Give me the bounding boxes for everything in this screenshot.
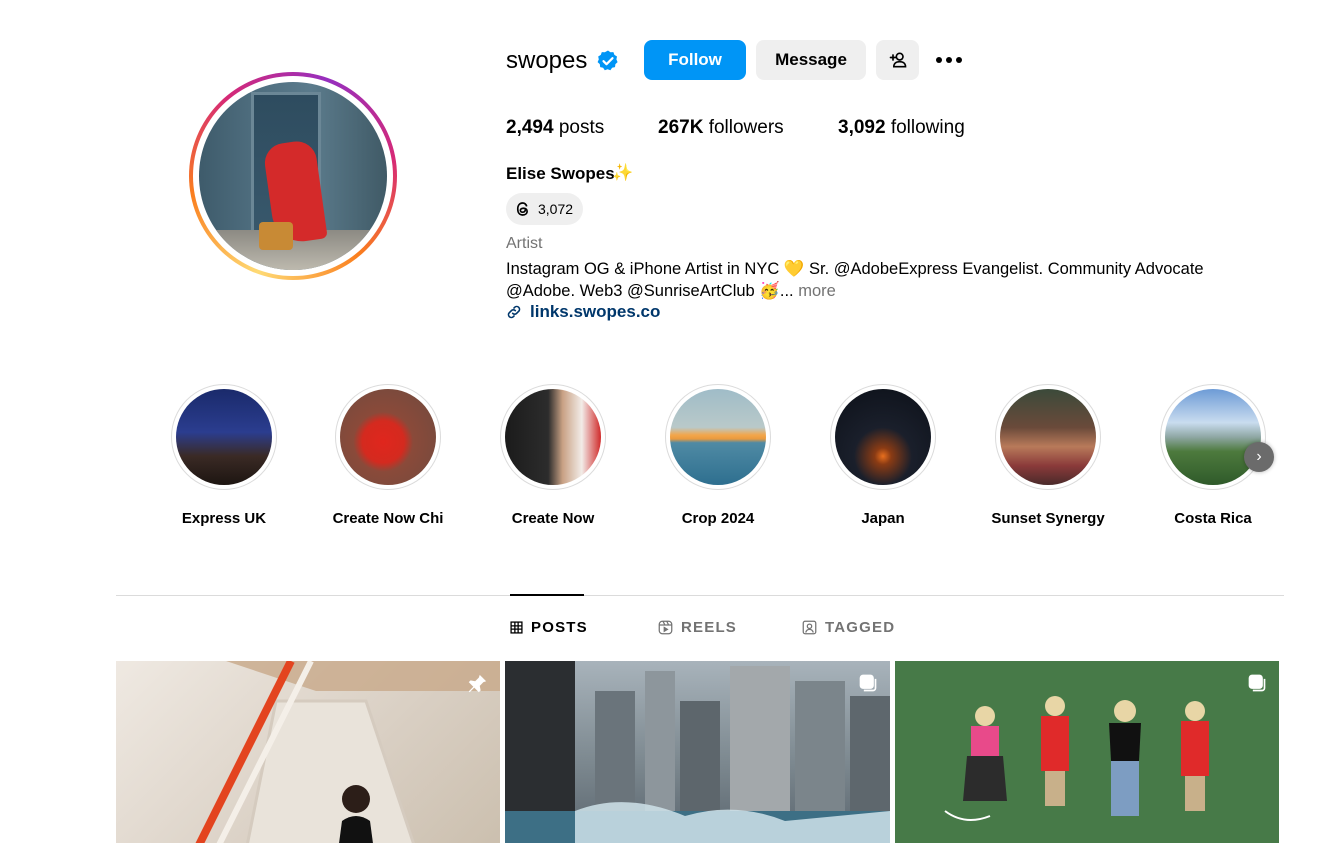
highlight-cover <box>505 389 601 485</box>
full-name: Elise Swopes <box>506 164 615 183</box>
highlight-label: Crop 2024 <box>681 510 755 527</box>
highlight-cover <box>835 389 931 485</box>
highlights-next-button[interactable]: › <box>1244 442 1274 472</box>
carousel-icon <box>859 674 877 692</box>
stat-posts: 2,494 posts <box>506 117 604 139</box>
tabs-divider <box>116 595 1284 596</box>
message-button[interactable]: Message <box>756 40 866 80</box>
highlight-ring <box>830 384 936 490</box>
highlight-label: Create Now Chi <box>332 510 444 527</box>
tab-posts-label: POSTS <box>531 619 588 636</box>
threads-icon <box>516 202 528 216</box>
avatar-bag-shape <box>259 222 293 250</box>
post-thumbnail[interactable] <box>895 661 1279 843</box>
external-link[interactable]: links.swopes.co <box>506 302 660 322</box>
more-options-button[interactable] <box>929 40 969 80</box>
highlight-create-now[interactable]: Create Now <box>483 384 623 527</box>
threads-badge[interactable]: 3,072 <box>506 193 584 225</box>
tab-posts[interactable]: POSTS <box>510 619 588 636</box>
stat-followers[interactable]: 267K followers <box>658 117 784 139</box>
bio: Instagram OG & iPhone Artist in NYC 💛 Sr… <box>506 258 1266 302</box>
highlight-cover <box>1165 389 1261 485</box>
active-tab-indicator <box>510 594 584 596</box>
tab-tagged[interactable]: TAGGED <box>802 619 895 636</box>
highlight-ring <box>1160 384 1266 490</box>
chevron-right-icon: › <box>1256 448 1262 465</box>
highlight-cover <box>1000 389 1096 485</box>
suggested-users-button[interactable] <box>876 40 919 80</box>
stat-following[interactable]: 3,092 following <box>838 117 965 139</box>
link-text: links.swopes.co <box>530 302 661 321</box>
avatar-frame <box>193 76 393 276</box>
following-count: 3,092 <box>838 117 886 138</box>
tab-reels[interactable]: REELS <box>658 619 737 636</box>
post-2-art <box>505 661 890 843</box>
highlight-cover <box>176 389 272 485</box>
link-icon <box>507 305 521 319</box>
post-thumbnail[interactable] <box>505 661 890 843</box>
highlight-japan[interactable]: Japan <box>813 384 953 527</box>
following-label: following <box>890 117 965 138</box>
bio-line-2: @Adobe. Web3 @SunriseArtClub 🥳... <box>506 282 794 300</box>
verified-badge-icon <box>597 50 618 71</box>
bio-more-link[interactable]: more <box>798 282 836 300</box>
add-person-icon <box>889 52 906 68</box>
highlight-crop-2024[interactable]: Crop 2024 <box>648 384 788 527</box>
highlight-ring <box>500 384 606 490</box>
avatar <box>199 82 387 270</box>
followers-count: 267K <box>658 117 704 138</box>
highlight-label: Sunset Synergy <box>991 510 1105 527</box>
post-1-art <box>195 661 500 843</box>
post-thumbnail[interactable] <box>116 661 500 843</box>
posts-count: 2,494 <box>506 117 554 138</box>
highlight-ring <box>665 384 771 490</box>
ellipsis-icon <box>936 57 962 63</box>
highlight-ring <box>335 384 441 490</box>
grid-icon <box>510 621 523 634</box>
highlight-label: Japan <box>861 510 905 527</box>
tab-tagged-label: TAGGED <box>825 619 896 636</box>
highlight-express-uk[interactable]: Express UK <box>154 384 294 527</box>
highlight-cover <box>670 389 766 485</box>
reels-icon <box>658 620 673 635</box>
highlight-label: Costa Rica <box>1174 510 1252 527</box>
username: swopes <box>506 47 588 74</box>
follow-button[interactable]: Follow <box>644 40 746 80</box>
post-3-art <box>944 696 1209 821</box>
tagged-icon <box>802 620 817 635</box>
threads-count: 3,072 <box>538 201 574 217</box>
profile-avatar-ring[interactable] <box>189 72 397 280</box>
highlight-label: Express UK <box>181 510 267 527</box>
tab-reels-label: REELS <box>681 619 738 636</box>
pin-icon <box>468 674 487 693</box>
bio-line-1: Instagram OG & iPhone Artist in NYC 💛 Sr… <box>506 260 1204 278</box>
bio-line-2-wrap: @Adobe. Web3 @SunriseArtClub 🥳... more <box>506 280 1266 302</box>
highlight-create-now-chi[interactable]: Create Now Chi <box>318 384 458 527</box>
followers-label: followers <box>708 117 784 138</box>
highlight-cover <box>340 389 436 485</box>
highlight-label: Create Now <box>511 510 595 527</box>
carousel-icon <box>1248 674 1266 692</box>
highlight-sunset-synergy[interactable]: Sunset Synergy <box>978 384 1118 527</box>
posts-label: posts <box>558 117 605 138</box>
profile-category: Artist <box>506 235 543 252</box>
highlight-ring <box>171 384 277 490</box>
sparkle-icon: ✨ <box>612 163 634 182</box>
highlight-ring <box>995 384 1101 490</box>
